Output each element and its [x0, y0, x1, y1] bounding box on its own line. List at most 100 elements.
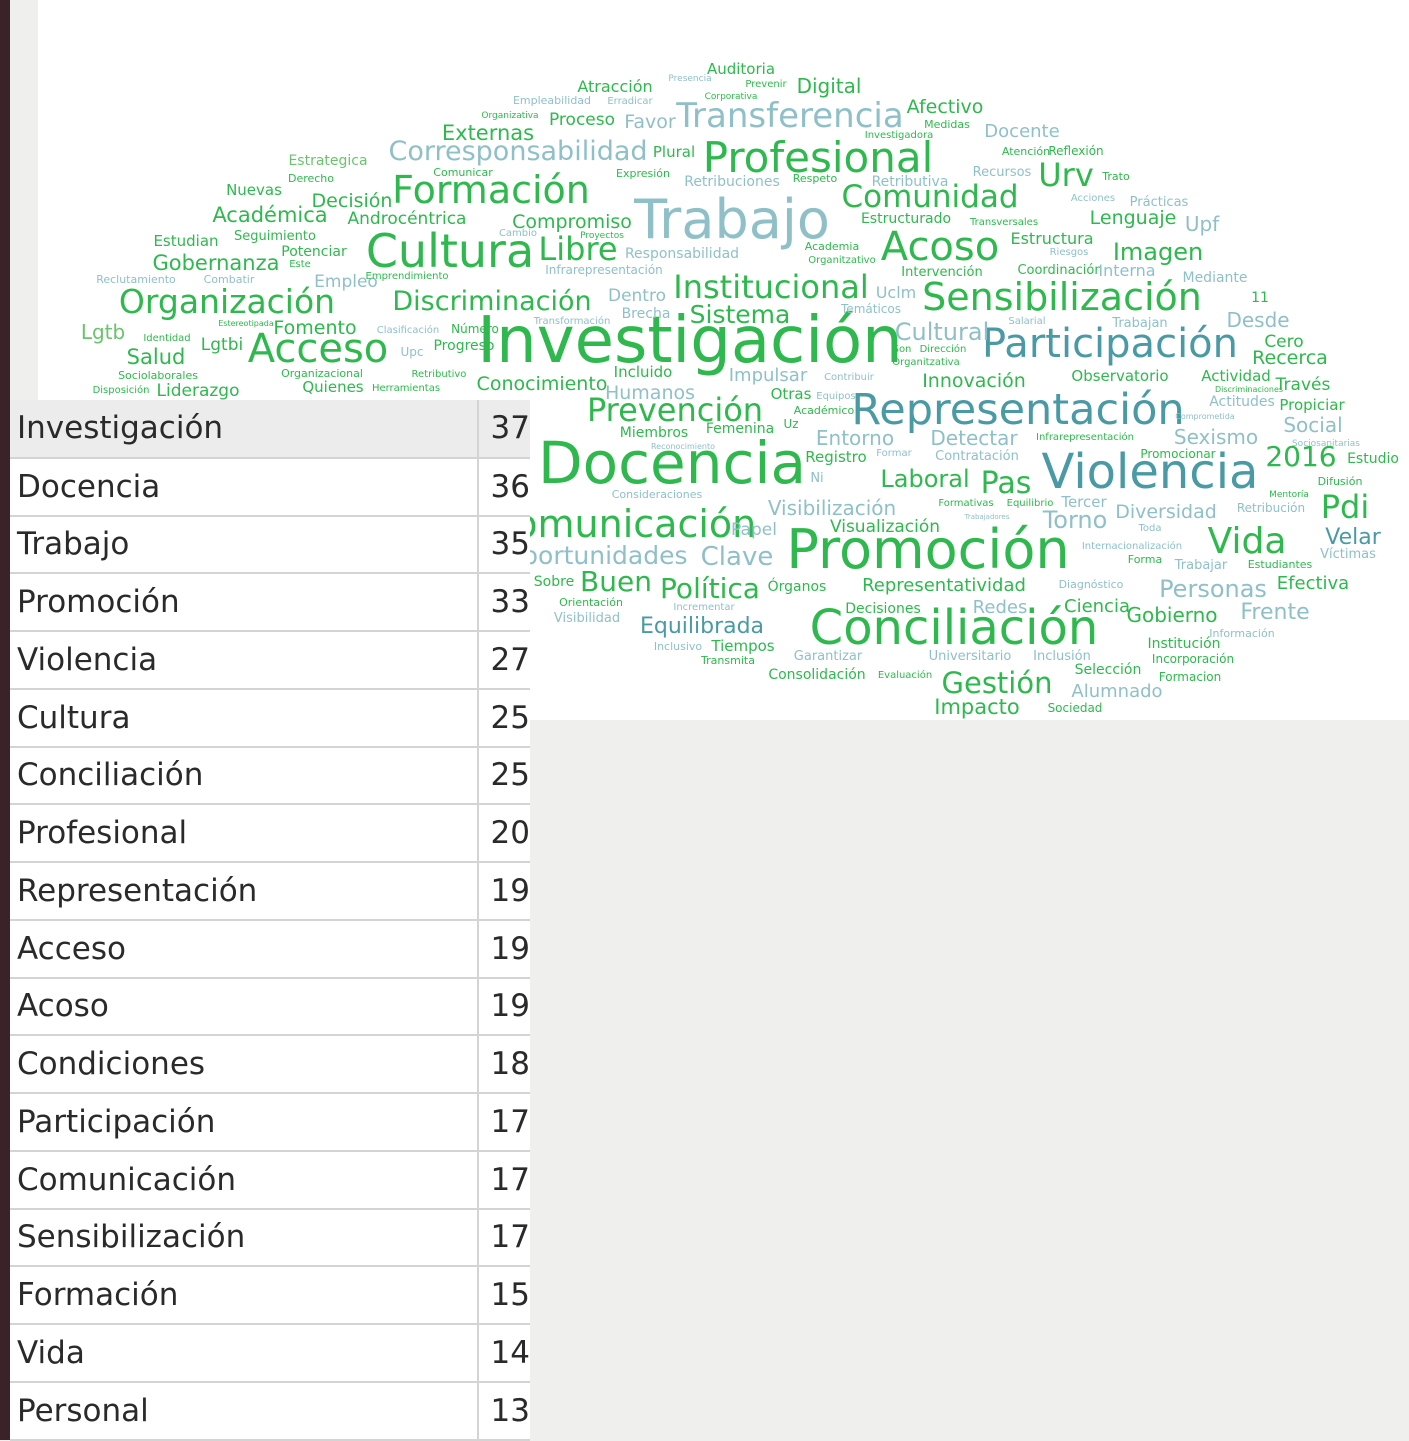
cloud-word: Miembros [620, 425, 688, 441]
term-cell: Acceso [10, 919, 479, 979]
cloud-word: Presencia [668, 74, 711, 84]
table-row[interactable]: Acoso 19 [10, 977, 530, 1037]
cloud-word: Salarial [1008, 316, 1045, 327]
cloud-word: Gobierno [1126, 603, 1217, 627]
cloud-word: Riesgos [1050, 247, 1089, 258]
cloud-word: Organización [119, 282, 335, 321]
cloud-word: Trabajadores [964, 513, 1010, 521]
cloud-word: Mediante [1182, 270, 1247, 286]
count-cell: 19 [477, 862, 530, 921]
table-row[interactable]: Formación 15 [10, 1266, 530, 1325]
cloud-word: Promocionar [1140, 447, 1215, 461]
cloud-word: Lgtbi [201, 335, 243, 355]
cloud-word: Impacto [934, 695, 1019, 719]
table-row[interactable]: Cultura 25 [10, 688, 530, 748]
count-cell: 17 [477, 1208, 530, 1268]
table-row[interactable]: Promoción 33 [10, 573, 530, 632]
term-cell: Representación [10, 862, 479, 921]
cloud-word: Reclutamiento [96, 273, 176, 286]
table-row[interactable]: Conciliación 25 [10, 746, 530, 806]
cloud-word: Inclusivo [654, 640, 703, 653]
cloud-word: Incluido [614, 363, 673, 381]
cloud-word: Upc [401, 345, 424, 359]
cloud-word: Retributivo [412, 369, 467, 380]
cloud-word: Académica [212, 203, 327, 227]
cloud-word: Gobernanza [152, 251, 279, 275]
count-cell: 35 [477, 515, 530, 575]
cloud-word: Lgtb [81, 320, 125, 344]
table-row[interactable]: Investigación 37 [10, 400, 530, 459]
window-left-edge [0, 0, 10, 1440]
cloud-word: Participación [982, 321, 1238, 367]
cloud-word: Cero [1264, 332, 1303, 352]
cloud-word: Orientación [559, 596, 623, 609]
cloud-word: Desde [1226, 308, 1289, 332]
cloud-word: Transmita [700, 654, 755, 667]
cloud-word: Respeto [793, 172, 838, 185]
cloud-word: Visibilidad [554, 611, 620, 626]
cloud-word: Víctimas [1320, 547, 1376, 562]
cloud-word: Internacionalización [1082, 540, 1182, 552]
term-cell: Violencia [10, 631, 479, 690]
cloud-word: Sociosanitarias [1292, 439, 1360, 449]
table-row[interactable]: Comunicación 17 [10, 1150, 530, 1210]
cloud-word: Organitzativa [892, 357, 959, 368]
table-row[interactable]: Vida 14 [10, 1324, 530, 1383]
cloud-word: Digital [797, 74, 862, 98]
term-frequency-table: Investigación 37 Docencia 36 Trabajo 35 Promoc… [10, 400, 530, 1441]
table-row[interactable]: Profesional 20 [10, 804, 530, 863]
table-row[interactable]: Trabajo 35 [10, 515, 530, 575]
count-cell: 13 [477, 1381, 530, 1441]
cloud-word: Prácticas [1130, 195, 1189, 210]
table-row[interactable]: Acceso 19 [10, 919, 530, 979]
cloud-word: Dentro [608, 286, 666, 306]
cloud-word: Atención [1002, 145, 1050, 158]
cloud-word: Academia [805, 240, 859, 253]
cloud-word: Oportunidades [502, 541, 687, 570]
cloud-word: Redes [973, 597, 1028, 618]
cloud-word: Uclm [876, 283, 917, 302]
table-row[interactable]: Violencia 27 [10, 631, 530, 690]
cloud-word: Papel [731, 520, 777, 540]
cloud-word: Estudian [153, 232, 218, 250]
cloud-word: Frente [1240, 600, 1309, 625]
cloud-word: Infrarepresentación [545, 263, 663, 277]
count-cell: 25 [477, 688, 530, 748]
cloud-word: Dirección [920, 343, 967, 355]
cloud-word: Inclusión [1033, 649, 1091, 664]
cloud-word: Otras [771, 385, 812, 403]
cloud-word: Alumnado [1071, 681, 1162, 702]
cloud-word: Sexismo [1174, 425, 1258, 449]
cloud-word: Emprendimiento [366, 271, 449, 282]
cloud-word: Política [660, 572, 760, 605]
table-row[interactable]: Docencia 36 [10, 457, 530, 517]
table-row[interactable]: Condiciones 18 [10, 1035, 530, 1094]
cloud-word: Estructurado [861, 211, 951, 227]
cloud-word: Reflexión [1048, 144, 1103, 158]
left-margin [10, 0, 38, 400]
cloud-word: Clasificación [377, 324, 440, 336]
cloud-word: Visualización [830, 517, 940, 537]
count-cell: 20 [477, 804, 530, 863]
cloud-word: Académico [794, 404, 855, 417]
cloud-word: Tiempos [710, 637, 774, 655]
term-cell: Sensibilización [10, 1208, 479, 1268]
cloud-word: Estudio [1347, 451, 1399, 467]
cloud-word: Toda [1137, 523, 1161, 534]
count-cell: 36 [477, 457, 530, 517]
cloud-word: Acciones [1071, 193, 1115, 204]
table-row[interactable]: Sensibilización 17 [10, 1208, 530, 1268]
table-row[interactable]: Personal 13 [10, 1381, 530, 1441]
term-cell: Docencia [10, 457, 479, 517]
cloud-word: Forma [1128, 553, 1162, 566]
cloud-word: Sensibilización [922, 275, 1202, 319]
table-row[interactable]: Representación 19 [10, 862, 530, 921]
cloud-word: Difusión [1318, 475, 1363, 488]
cloud-word: Laboral [880, 465, 969, 493]
table-row[interactable]: Participación 17 [10, 1093, 530, 1152]
term-cell: Investigación [10, 400, 479, 459]
cloud-word: Incrementar [673, 602, 735, 613]
cloud-word: Afectivo [907, 96, 984, 118]
cloud-word: Comunicar [433, 166, 493, 179]
cloud-word: Diagnóstico [1059, 578, 1124, 591]
